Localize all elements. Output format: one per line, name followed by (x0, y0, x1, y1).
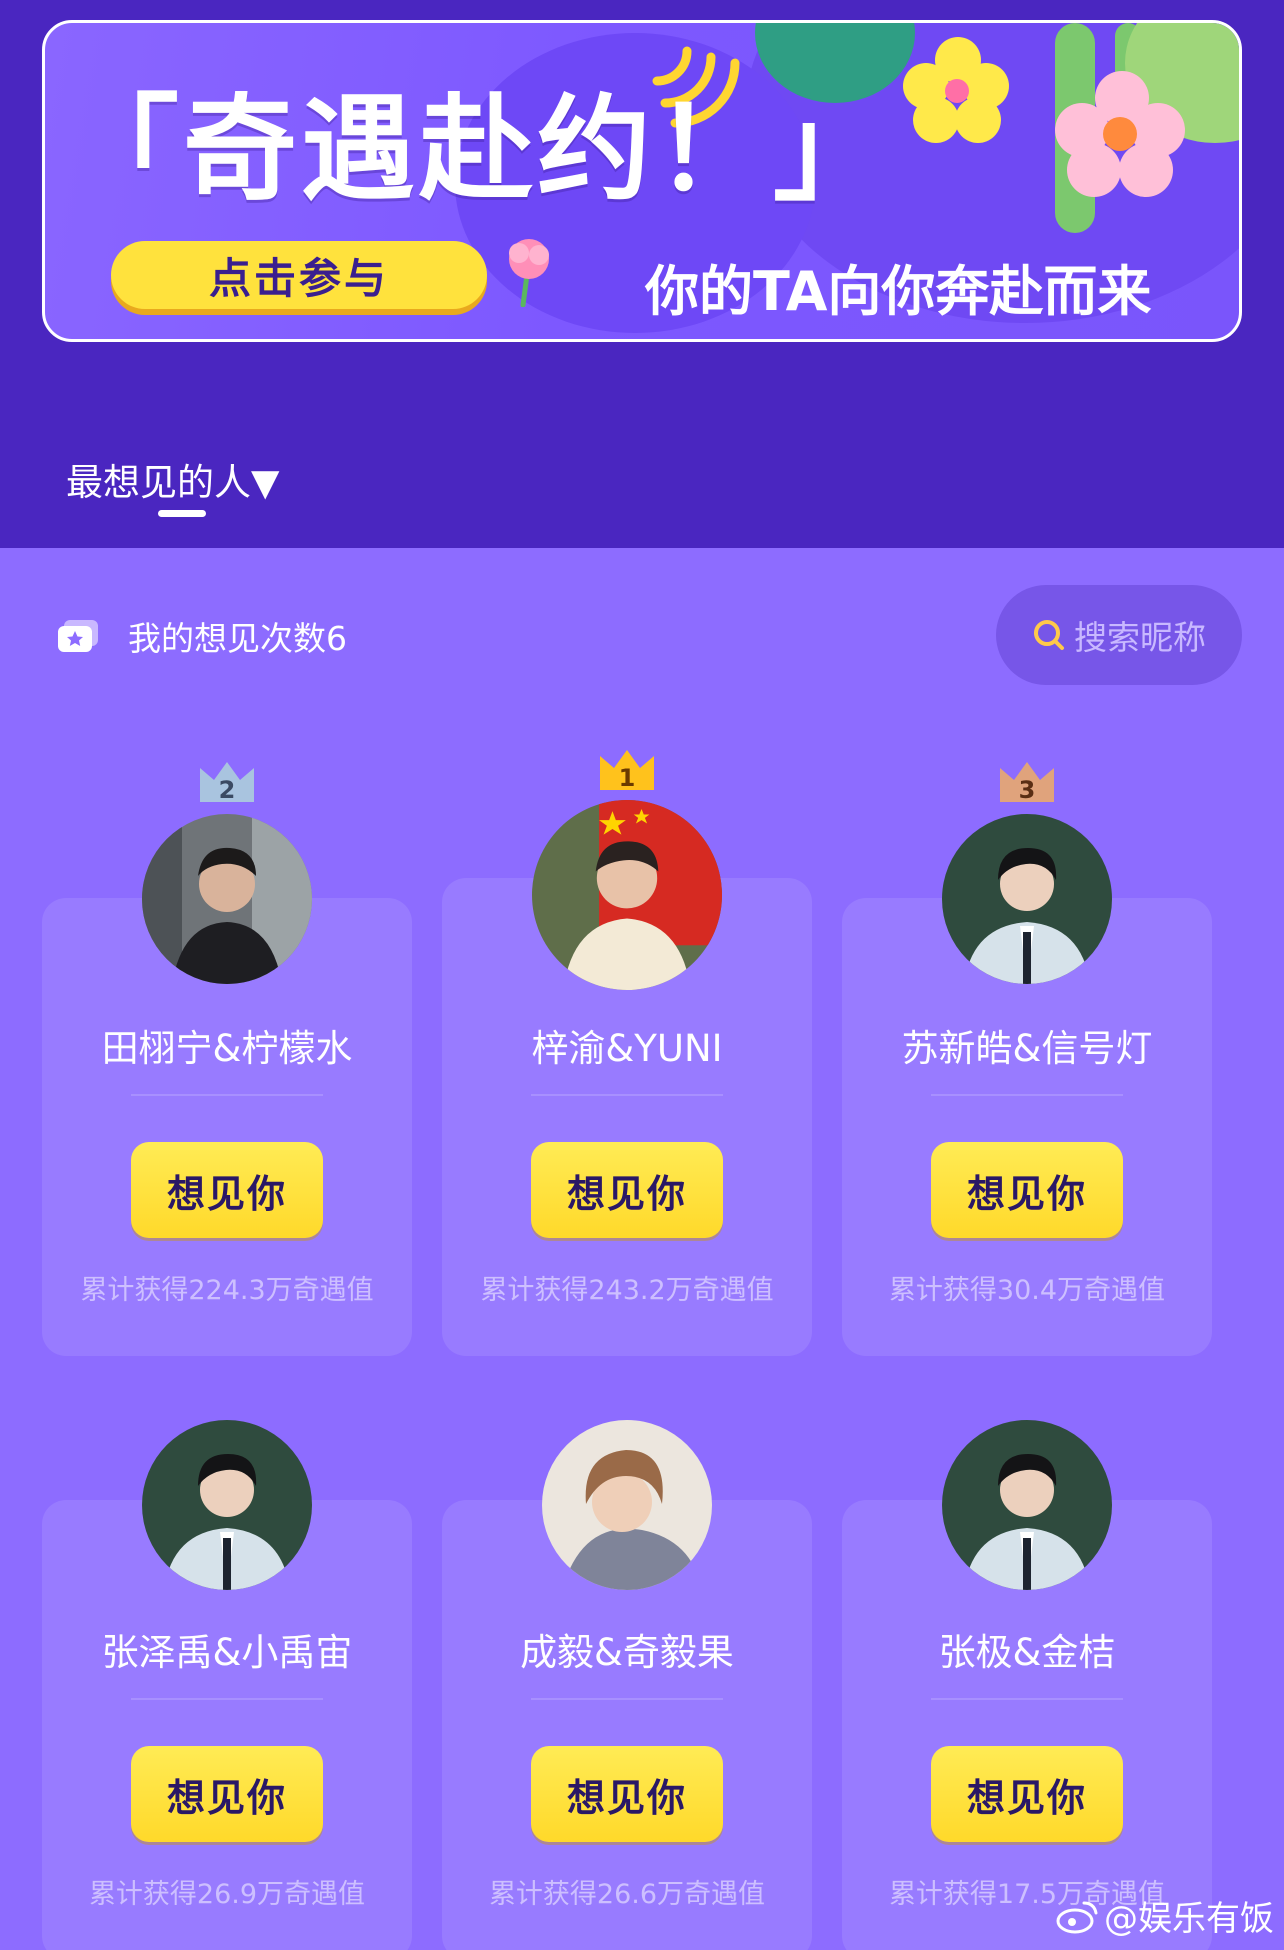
want-to-see-button[interactable]: 想见你 (931, 1142, 1123, 1238)
divider (931, 1094, 1123, 1096)
avatar[interactable] (532, 800, 722, 990)
flower-icon (1055, 71, 1185, 201)
avatar[interactable] (142, 1420, 312, 1590)
bronze-crown-icon: 3 (1000, 762, 1054, 804)
join-button[interactable]: 点击参与 (111, 241, 487, 309)
candidate-name: 田栩宁&柠檬水 (101, 1027, 353, 1070)
total-points: 累计获得243.2万奇遇值 (480, 1275, 774, 1306)
ticket-icon (58, 620, 98, 652)
header: 「奇遇赴约！」 点击参与 你的TA向你奔赴而来 最想见的人▼ (0, 0, 1284, 548)
candidate-name: 苏新皓&信号灯 (901, 1027, 1153, 1070)
total-points: 累计获得224.3万奇遇值 (80, 1275, 374, 1306)
total-points: 累计获得30.4万奇遇值 (888, 1275, 1166, 1306)
avatar[interactable] (142, 814, 312, 984)
silver-crown-icon: 2 (200, 762, 254, 804)
candidate-name: 张极&金桔 (938, 1631, 1116, 1674)
candidate-name: 梓渝&YUNI (531, 1027, 723, 1070)
tab-underline (158, 510, 206, 517)
candidate-name: 张泽禹&小禹宙 (101, 1631, 353, 1674)
want-to-see-button[interactable]: 想见你 (531, 1746, 723, 1842)
my-count-row: 我的想见次数6 (56, 612, 347, 660)
carnation-icon (509, 239, 549, 307)
banner-slogan: 你的TA向你奔赴而来 (645, 260, 1152, 323)
divider (131, 1698, 323, 1700)
divider (931, 1698, 1123, 1700)
rank-number: 1 (619, 764, 636, 792)
avatar[interactable] (942, 1420, 1112, 1590)
search-icon (1034, 620, 1064, 650)
my-count-text: 我的想见次数6 (128, 619, 347, 658)
watermark-text: @娱乐有饭 (1104, 1899, 1274, 1939)
want-to-see-button[interactable]: 想见你 (131, 1746, 323, 1842)
candidate-name: 成毅&奇毅果 (520, 1631, 734, 1674)
weibo-icon (1056, 1901, 1098, 1933)
want-to-see-button[interactable]: 想见你 (931, 1746, 1123, 1842)
search-placeholder: 搜索昵称 (1074, 618, 1206, 657)
want-to-see-button[interactable]: 想见你 (531, 1142, 723, 1238)
total-points: 累计获得26.9万奇遇值 (88, 1879, 366, 1910)
search-input[interactable]: 搜索昵称 (996, 585, 1242, 685)
divider (131, 1094, 323, 1096)
total-points: 累计获得26.6万奇遇值 (488, 1879, 766, 1910)
divider (531, 1094, 723, 1096)
avatar[interactable] (542, 1420, 712, 1590)
flower-icon (903, 37, 1013, 147)
rank-number: 2 (219, 776, 236, 804)
watermark: @娱乐有饭 (1056, 1891, 1274, 1940)
avatar[interactable] (942, 814, 1112, 984)
gold-crown-icon: 1 (600, 750, 654, 792)
banner-title: 「奇遇赴约！」 (65, 83, 892, 216)
divider (531, 1698, 723, 1700)
event-banner[interactable]: 「奇遇赴约！」 点击参与 你的TA向你奔赴而来 (42, 20, 1242, 342)
tab-most-wanted[interactable]: 最想见的人▼ (66, 452, 279, 506)
want-to-see-button[interactable]: 想见你 (131, 1142, 323, 1238)
rank-number: 3 (1019, 776, 1036, 804)
